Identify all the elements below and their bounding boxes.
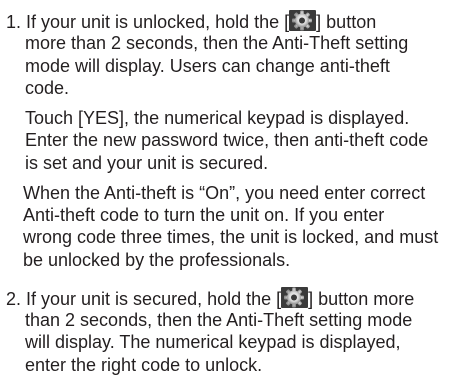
para3-line3: wrong code three times, the unit is lock… bbox=[23, 227, 439, 247]
item1-line1-start: 1. If your unit is unlocked, hold the [ bbox=[6, 12, 290, 32]
item2-line1: 2. If your unit is secured, hold the [ ] … bbox=[6, 287, 414, 309]
item2-line1-start: 2. If your unit is secured, hold the [ bbox=[6, 289, 282, 309]
instruction-document: 1. If your unit is unlocked, hold the []… bbox=[0, 0, 466, 385]
item1-line1: 1. If your unit is unlocked, hold the []… bbox=[6, 10, 376, 32]
item2-line3: will display. The numerical keypad is di… bbox=[25, 332, 401, 352]
para3-line2: Anti-theft code to turn the unit on. If … bbox=[23, 205, 385, 225]
para2-line1: Touch [YES], the numerical keypad is dis… bbox=[25, 108, 410, 128]
para2-line3: is set and your unit is secured. bbox=[25, 153, 269, 173]
para3-line1: When the Anti-theft is “On”, you need en… bbox=[23, 183, 426, 203]
item1-line2: more than 2 seconds, then the Anti-Theft… bbox=[25, 33, 409, 53]
item1-line3: mode will display. Users can change anti… bbox=[25, 56, 390, 76]
para2-line2: Enter the new password twice, then anti-… bbox=[25, 130, 429, 150]
gear-icon bbox=[281, 287, 309, 308]
item2-line2: than 2 seconds, then the Anti-Theft sett… bbox=[25, 310, 413, 330]
para3-line4: be unlocked by the professionals. bbox=[23, 250, 291, 270]
item1-line4: code. bbox=[25, 78, 70, 98]
item1-line1-end: ] button bbox=[316, 12, 377, 32]
item2-line4: enter the right code to unlock. bbox=[25, 355, 263, 375]
gear-icon bbox=[289, 10, 317, 31]
item2-line1-end: ] button more bbox=[308, 289, 415, 309]
